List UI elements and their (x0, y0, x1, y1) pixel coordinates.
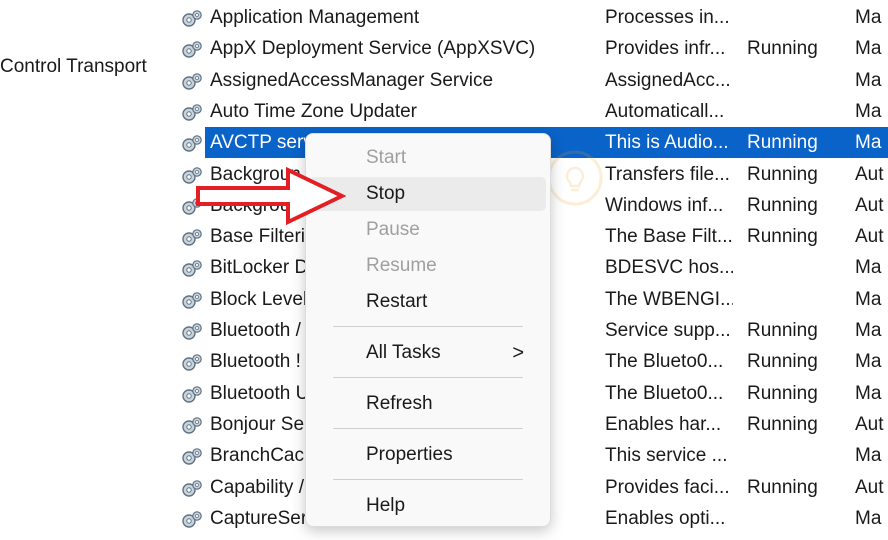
service-gear-icon (181, 102, 203, 122)
service-description: Enables har... (605, 413, 722, 435)
menu-separator (333, 428, 523, 429)
service-name: Bluetooth / (210, 320, 301, 341)
service-name: Capability / (210, 476, 304, 498)
service-gear-icon (181, 446, 203, 466)
service-startup-type: Ma (855, 445, 882, 467)
service-status: Running (747, 320, 818, 341)
service-startup-type: Ma (855, 320, 882, 341)
service-startup-type: Ma (855, 38, 882, 60)
menu-item-label: Properties (366, 444, 453, 465)
service-startup-type: Ma (855, 7, 882, 28)
service-gear-icon (181, 133, 203, 153)
menu-separator (333, 326, 523, 327)
service-description: BDESVC hos... (605, 257, 733, 279)
service-description: Processes in... (605, 7, 730, 28)
menu-item-label: Resume (366, 255, 437, 276)
service-status: Running (747, 194, 818, 216)
service-name: Bonjour Se (210, 413, 305, 435)
menu-separator (333, 377, 523, 378)
menu-item-label: Restart (366, 291, 428, 312)
service-status: Running (747, 351, 818, 373)
menu-item-label: Pause (366, 219, 420, 240)
service-startup-type: Aut (855, 226, 884, 248)
service-name: Bluetooth ! (210, 351, 301, 373)
service-description: Provides infr... (605, 38, 726, 60)
service-status: Running (747, 476, 818, 498)
service-startup-type: Ma (855, 257, 882, 279)
service-description: This service ... (605, 445, 728, 467)
service-gear-icon (181, 321, 203, 341)
service-gear-icon (181, 478, 203, 498)
service-gear-icon (181, 290, 203, 310)
menu-item-properties[interactable]: Properties (306, 438, 550, 472)
service-name: Application Management (210, 7, 420, 28)
service-status: Running (747, 163, 818, 185)
service-description: Enables opti... (605, 507, 726, 529)
service-gear-icon (181, 8, 203, 28)
watermark-lightbulb-icon (545, 148, 605, 213)
service-name: BitLocker D (210, 257, 305, 279)
menu-item-label: Help (366, 495, 406, 516)
service-startup-type: Aut (855, 163, 884, 185)
service-description: The Blueto0... (605, 382, 724, 404)
service-description: Provides faci... (605, 476, 730, 498)
service-startup-type: Ma (855, 132, 882, 154)
service-gear-icon (181, 384, 203, 404)
service-gear-icon (181, 352, 203, 372)
service-startup-type: Ma (855, 351, 882, 373)
menu-item-all-tasks[interactable]: All Tasks > (306, 336, 550, 370)
service-row[interactable]: AssignedAccessManager Service AssignedAcc… (0, 65, 888, 96)
service-row[interactable]: Auto Time Zone Updater Automaticall... Ma (0, 96, 888, 127)
menu-item-help[interactable]: Help (306, 489, 550, 523)
service-startup-type: Ma (855, 100, 882, 122)
service-status: Running (747, 413, 818, 435)
service-startup-type: Ma (855, 507, 882, 529)
service-startup-type: Ma (855, 69, 882, 91)
service-row[interactable]: Application Management Processes in... Ma (0, 2, 888, 33)
service-row[interactable]: AppX Deployment Service (AppXSVC) Provide… (0, 33, 888, 64)
service-status: Running (747, 226, 818, 248)
service-startup-type: Ma (855, 382, 882, 404)
service-status: Running (747, 382, 818, 404)
service-description: The Base Filt... (605, 226, 733, 248)
service-startup-type: Aut (855, 194, 884, 216)
service-status: Running (747, 132, 818, 154)
service-gear-icon (181, 258, 203, 278)
service-name: AVCTP serv (210, 132, 305, 154)
red-arrow-icon (196, 166, 347, 231)
service-status: Running (747, 38, 818, 60)
service-description: The Blueto0... (605, 351, 724, 373)
menu-separator (333, 479, 523, 480)
service-startup-type: Ma (855, 288, 882, 310)
menu-item-label: Start (366, 147, 407, 168)
service-startup-type: Aut (855, 476, 884, 498)
menu-item-resume[interactable]: Resume (306, 249, 550, 283)
service-name: AssignedAccessManager Service (210, 69, 494, 91)
menu-item-label: All Tasks (366, 342, 441, 363)
chevron-right-icon: > (512, 342, 524, 364)
service-startup-type: Aut (855, 413, 884, 435)
service-name: AppX Deployment Service (AppXSVC) (210, 38, 536, 60)
service-description: Service supp... (605, 320, 731, 341)
service-gear-icon (181, 71, 203, 91)
service-description: AssignedAcc... (605, 69, 731, 91)
service-description: Transfers file... (605, 163, 730, 185)
menu-item-label: Stop (366, 183, 406, 204)
service-gear-icon (181, 509, 203, 529)
service-name: Auto Time Zone Updater (210, 100, 417, 122)
service-description: This is Audio... (605, 132, 729, 154)
service-gear-icon (181, 415, 203, 435)
service-name: BranchCacl (210, 445, 305, 467)
menu-item-refresh[interactable]: Refresh (306, 387, 550, 421)
service-description: The WBENGI... (605, 288, 733, 310)
service-description: Automaticall... (605, 100, 725, 122)
service-name: CaptureSer (210, 507, 305, 529)
service-description: Windows inf... (605, 194, 724, 216)
menu-item-restart[interactable]: Restart (306, 285, 550, 319)
service-name: Block Level (210, 288, 305, 310)
menu-item-label: Refresh (366, 393, 433, 414)
service-gear-icon (181, 39, 203, 59)
